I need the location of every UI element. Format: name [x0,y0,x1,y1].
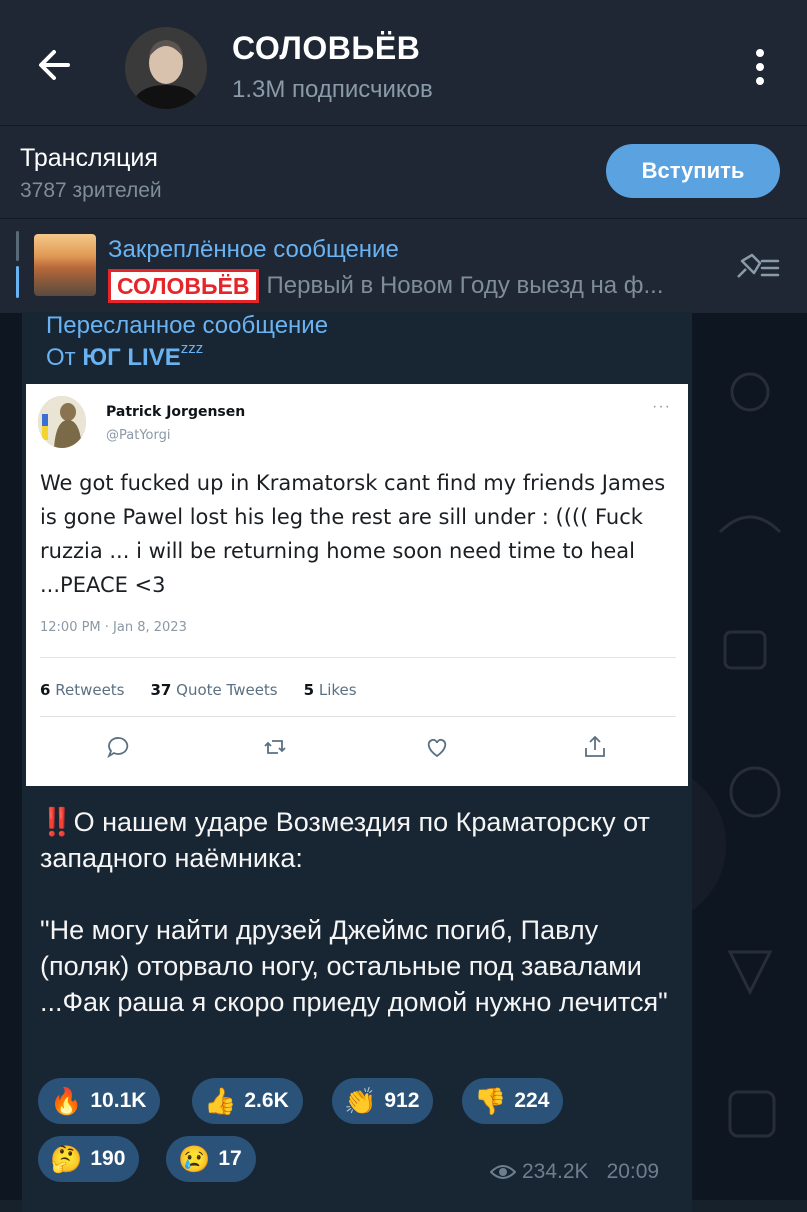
live-viewer-count: 3787 зрителей [20,179,162,202]
subscriber-count: 1.3M подписчиков [232,76,433,103]
live-stream-title: Трансляция [20,144,158,172]
pinned-indicator-active [16,266,19,298]
chat-header: СОЛОВЬЁВ 1.3M подписчиков [0,0,807,125]
tweet-body: We got fucked up in Kramatorsk cant find… [40,471,666,597]
tweet-likes: 5 Likes [303,681,357,699]
forwarded-from-prefix: От [46,344,76,371]
tweet-timestamp: 12:00 PM · Jan 8, 2023 [40,620,187,635]
reaction-thumbs-up[interactable]: 👍 2.6K [192,1078,303,1124]
doodle-pattern-icon [718,372,782,1138]
tweet-avatar-photo [38,396,86,448]
pin-list-icon [737,253,780,278]
channel-avatar[interactable] [125,27,207,109]
live-stream-bar[interactable]: Трансляция 3787 зрителей Вступить [0,125,807,219]
forwarded-from[interactable]: От ЮГ LIVEzzz [46,340,203,372]
reaction-fire[interactable]: 🔥 10.1K [38,1078,161,1124]
tweet-stats: 6 Retweets 37 Quote Tweets 5 Likes [40,681,357,699]
retweet-icon [264,740,286,754]
double-exclamation-emoji: ‼️ [40,807,74,837]
sleep-emoji: zzz [180,340,204,357]
back-button[interactable] [30,40,80,90]
reaction-thinking[interactable]: 🤔 190 [38,1136,140,1182]
pinned-preview-text: Первый в Новом Году выезд на ф... [266,272,664,299]
tweet-screenshot[interactable]: Patrick Jorgensen @PatYorgi ··· We got f… [26,384,688,786]
divider [40,716,676,717]
avatar-photo [125,27,207,109]
tweet-author-handle: @PatYorgi [106,428,171,443]
tweet-author-name: Patrick Jorgensen [106,404,246,420]
pinned-source-tag: СОЛОВЬЁВ [108,269,259,303]
more-vertical-icon [756,49,764,85]
pinned-label: Закреплённое сообщение [108,236,399,263]
eye-icon [490,1165,516,1179]
reaction-crying[interactable]: 😢 17 [166,1136,256,1182]
tweet-quotes: 37 Quote Tweets [150,681,278,699]
like-icon [427,738,447,758]
reaction-thumbs-down[interactable]: 👎 224 [462,1078,564,1124]
arrow-left-icon [39,50,70,80]
message-time: 20:09 [606,1160,660,1183]
pinned-indicator [16,231,19,261]
pinned-thumbnail [34,234,96,296]
divider [40,657,676,658]
channel-title: СОЛОВЬЁВ [232,30,421,66]
message-text-line1: О нашем ударе Возмездия по Краматорску о… [40,807,658,873]
share-icon [585,735,605,757]
forwarded-from-name[interactable]: ЮГ LIVE [82,344,180,371]
message-text: ‼️О нашем ударе Возмездия по Краматорску… [40,804,680,1020]
forwarded-label: Пересланное сообщение [46,312,329,339]
message-bubble[interactable]: Пересланное сообщение От ЮГ LIVEzzz Patr… [22,312,692,1212]
tweet-avatar [38,396,86,448]
pinned-preview-row: СОЛОВЬЁВ Первый в Новом Году выезд на ф.… [108,269,664,303]
reply-icon [107,737,129,759]
more-options-button[interactable] [748,45,772,89]
pinned-list-button[interactable] [732,251,782,283]
view-count: 234.2K [522,1160,589,1183]
reaction-clap[interactable]: 👏 912 [332,1078,434,1124]
message-meta: 234.2K 20:09 [490,1160,659,1184]
tweet-retweets: 6 Retweets [40,681,125,699]
join-stream-button[interactable]: Вступить [606,144,780,198]
pinned-message-bar[interactable]: Закреплённое сообщение СОЛОВЬЁВ Первый в… [0,218,807,313]
tweet-more-icon: ··· [652,398,671,415]
message-text-quote: "Не могу найти друзей Джеймс погиб, Павл… [40,915,668,1017]
